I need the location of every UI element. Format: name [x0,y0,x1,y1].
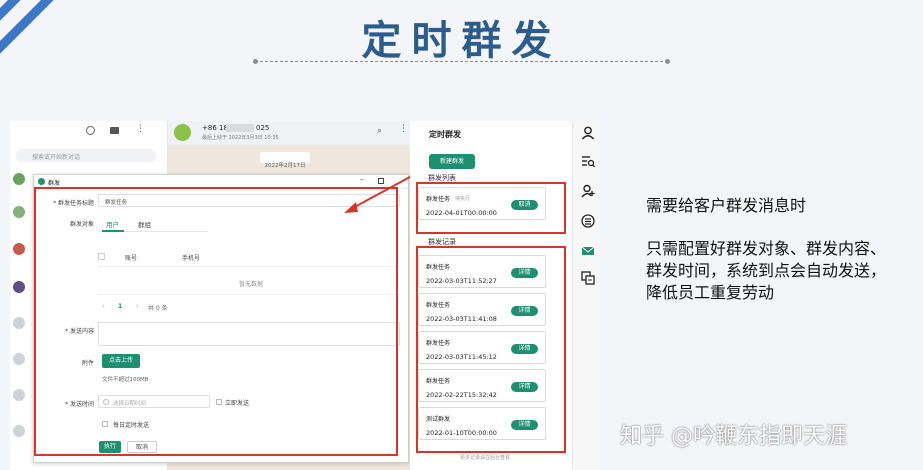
user-icon[interactable] [581,126,595,140]
records-footer: 更多记录请在后台查看 [460,455,511,461]
description-line: 群发时间，系统到点会自动发送， [646,261,887,280]
mail-icon[interactable] [581,244,595,258]
add-user-icon[interactable] [581,184,595,198]
highlight-pending-list [416,182,566,234]
description-line: 降低员工重复劳动 [646,283,775,302]
right-icon-bar [572,121,600,470]
highlight-records-list [416,246,566,453]
search-list-icon[interactable] [581,154,595,168]
new-group-send-button[interactable]: 新建群发 [429,154,475,169]
description-line: 只需配置好群发对象、群发内容、 [646,239,887,258]
slide: 定时群发 ⋮ 搜索或开始新对话 +86 18 025 最后上线于 2022年3月… [0,0,923,470]
list-icon[interactable] [581,214,595,228]
description-line: 需要给客户群发消息时 [646,196,807,215]
translate-icon[interactable] [581,271,595,285]
panel-heading: 定时群发 [429,130,461,139]
new-group-send-label: 新建群发 [439,158,464,165]
watermark: 知乎 @吟鞭东指即天涯 [620,424,847,449]
